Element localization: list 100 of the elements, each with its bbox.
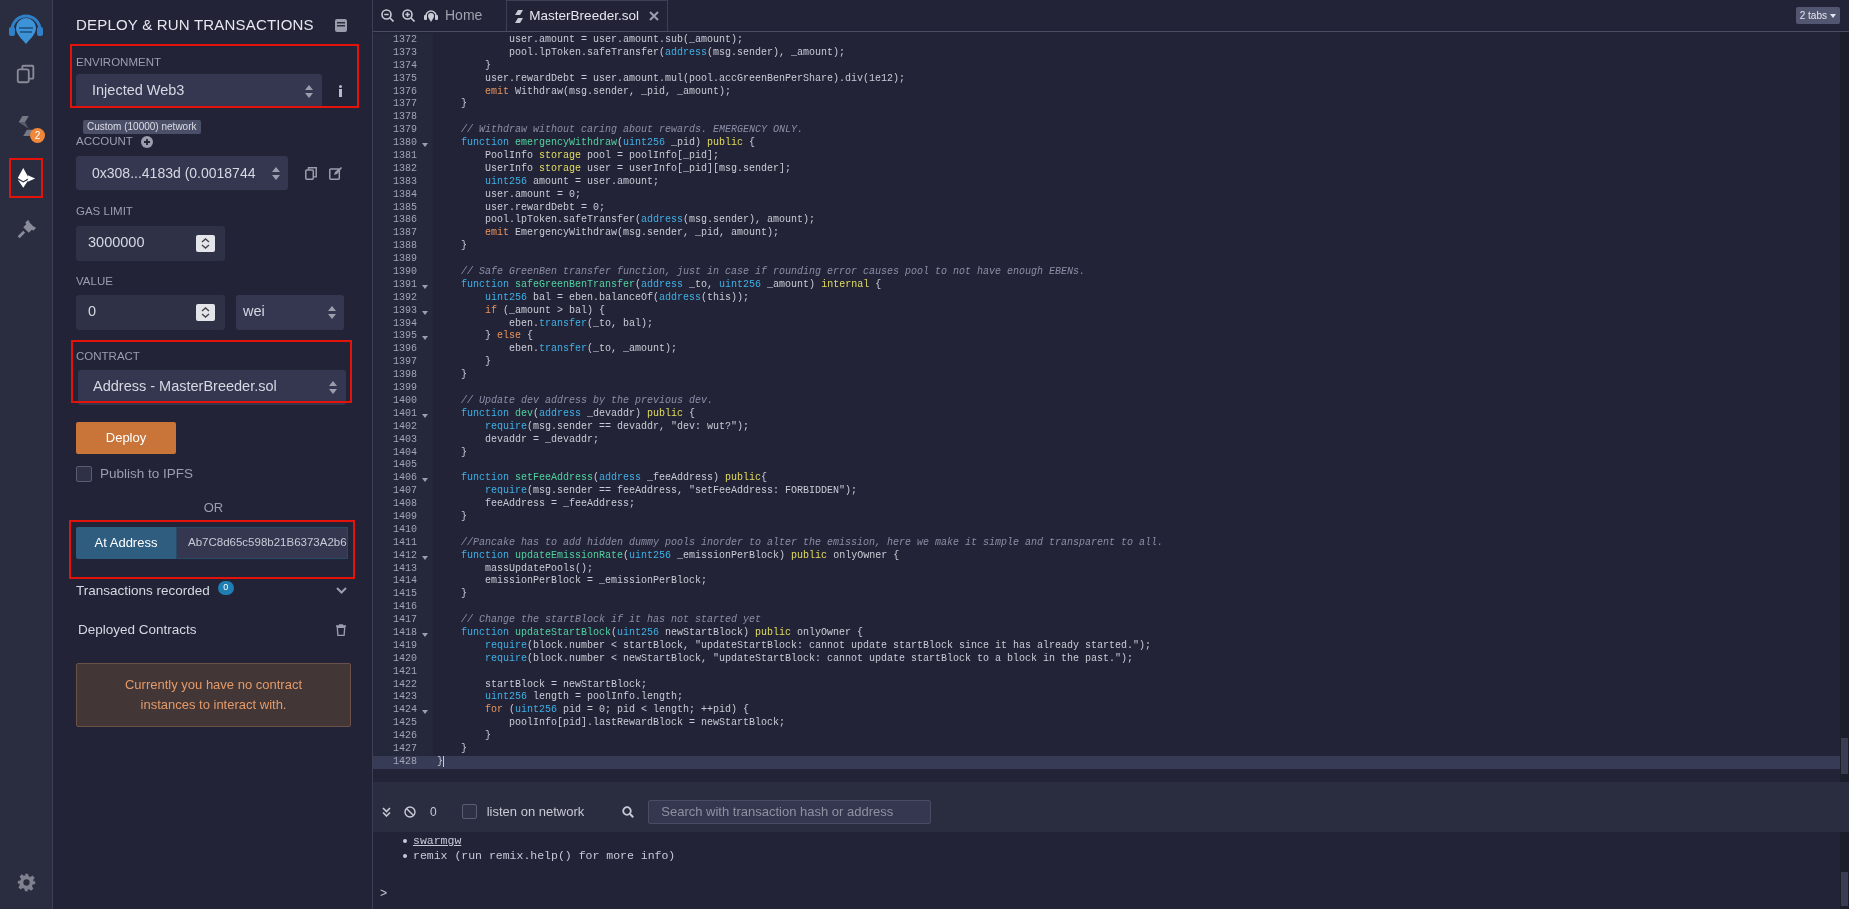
fold-caret-icon[interactable] xyxy=(422,710,428,715)
fold-caret-icon[interactable] xyxy=(422,632,428,637)
checkbox[interactable] xyxy=(461,804,477,819)
trash-icon[interactable] xyxy=(336,623,346,636)
copy-icon[interactable] xyxy=(305,166,317,180)
zoom-in-icon[interactable] xyxy=(402,9,415,22)
editor-tab[interactable]: Home xyxy=(445,0,507,31)
code-line: } xyxy=(460,369,468,383)
checkbox-label[interactable]: Publish to IPFS xyxy=(100,463,194,484)
line-number: 1423 xyxy=(392,691,417,705)
code-line: function emergencyWithdraw(uint256 _pid) public { xyxy=(460,137,757,150)
book-icon[interactable] xyxy=(335,18,347,32)
line-number: 1379 xyxy=(392,124,417,138)
settings-icon[interactable] xyxy=(16,873,36,892)
code-line: // Update dev address by the previous dev. xyxy=(460,394,715,408)
fold-caret-icon[interactable] xyxy=(422,284,428,289)
collapse-icon[interactable] xyxy=(382,806,391,817)
line-number: 1404 xyxy=(392,446,417,460)
gas-limit-field[interactable]: 3000000 xyxy=(76,225,225,261)
highlight-frame xyxy=(9,158,43,198)
chevron-down-icon[interactable] xyxy=(336,587,347,595)
code-line: emit Withdraw(msg.sender, _pid, _amount); xyxy=(484,85,733,99)
code-line: user.amount = user.amount.sub(_amount); xyxy=(508,34,745,47)
notice-text: Currently you have no contract instances to interact with. xyxy=(123,676,303,714)
unit-select[interactable]: wei xyxy=(236,294,344,330)
section-title: Deployed Contracts xyxy=(78,620,197,639)
code-line: eben.transfer(_to, _amount); xyxy=(508,343,679,357)
headset-logo-icon xyxy=(423,7,439,24)
checkbox-label[interactable]: listen on network xyxy=(486,801,585,822)
scrollbar[interactable] xyxy=(1840,832,1849,909)
code-line: massUpdatePools(); xyxy=(484,562,595,575)
info-icon[interactable] xyxy=(338,85,343,97)
fold-caret-icon[interactable] xyxy=(422,310,428,315)
line-number: 1408 xyxy=(392,498,417,511)
close-icon[interactable] xyxy=(648,11,659,21)
line-number: 1405 xyxy=(392,459,417,473)
fold-caret-icon[interactable] xyxy=(422,336,428,341)
count-badge: 0 xyxy=(217,580,234,595)
line-number: 1425 xyxy=(392,717,417,731)
code-line: for (uint256 pid = 0; pid < length; ++pid) { xyxy=(484,704,751,717)
code-line: require(block.number < newStartBlock, "updateStartBlock: cannot update startBlock to a block in the past."); xyxy=(484,652,1135,666)
address-field[interactable]: Ab7C8d65c598b21B6373A2b6 xyxy=(176,526,348,559)
diamond-arrow-icon[interactable] xyxy=(15,167,37,189)
search-field[interactable]: Search with transaction hash or address xyxy=(648,799,932,824)
line-number: 1414 xyxy=(392,575,417,589)
line-number: 1376 xyxy=(392,85,417,99)
fold-caret-icon[interactable] xyxy=(422,555,428,560)
documents-icon[interactable] xyxy=(15,63,37,85)
line-number: 1391 xyxy=(392,278,417,292)
account-select[interactable]: 0x308...4183d (0.0018744 xyxy=(76,156,288,191)
line-number: 1394 xyxy=(392,317,417,331)
code-line: emissionPerBlock = _emissionPerBlock; xyxy=(484,575,709,589)
field-label: GAS LIMIT xyxy=(76,204,134,220)
at-address-button[interactable]: At Address xyxy=(76,526,176,559)
checkbox[interactable] xyxy=(76,465,92,482)
value-field[interactable]: 0 xyxy=(76,294,225,330)
clear-icon[interactable] xyxy=(404,805,416,818)
section-title[interactable]: Transactions recorded xyxy=(76,580,210,601)
code-line: user.amount = 0; xyxy=(484,188,583,202)
contract-select[interactable]: Address - MasterBreeder.sol xyxy=(78,369,346,405)
fold-caret-icon[interactable] xyxy=(422,413,428,418)
search-icon[interactable] xyxy=(622,805,635,818)
line-number: 1421 xyxy=(392,665,417,679)
editor-tab[interactable]: MasterBreeder.sol xyxy=(506,0,668,31)
code-line: startBlock = newStartBlock; xyxy=(484,678,649,691)
field-label: ENVIRONMENT xyxy=(76,55,162,69)
terminal-text: remix (run remix.help() for more info) xyxy=(413,848,676,863)
environment-select[interactable]: Injected Web3 xyxy=(76,74,322,108)
line-number: 1409 xyxy=(392,510,417,524)
spinner-icon[interactable] xyxy=(196,234,215,252)
network-tooltip: Custom (10000) network xyxy=(83,120,201,134)
line-number: 1386 xyxy=(392,214,417,228)
code-line: function setFeeAddress(address _feeAddress) public{ xyxy=(460,472,769,485)
code-line: require(msg.sender == feeAddress, "setFeeAddress: FORBIDDEN"); xyxy=(484,485,859,498)
fold-caret-icon[interactable] xyxy=(422,478,428,483)
line-number: 1388 xyxy=(392,240,417,254)
fold-caret-icon[interactable] xyxy=(422,143,428,148)
line-number: 1389 xyxy=(392,253,417,267)
terminal-link[interactable]: swarmgw xyxy=(413,833,462,848)
code-line: UserInfo storage user = userInfo[_pid][msg.sender]; xyxy=(484,162,793,176)
line-number: 1385 xyxy=(392,201,417,215)
code-line: uint256 amount = user.amount; xyxy=(484,175,661,189)
line-number: 1419 xyxy=(392,639,417,653)
line-number: 1393 xyxy=(392,304,417,318)
code-line: // Withdraw without caring about rewards. EMERGENCY ONLY. xyxy=(460,124,805,137)
spinner-icon[interactable] xyxy=(196,303,215,321)
line-number: 1411 xyxy=(392,536,417,550)
code-line: pool.lpToken.safeTransfer(address(msg.sender), amount); xyxy=(484,214,817,227)
code-line: function updateStartBlock(uint256 newStartBlock) public onlyOwner { xyxy=(460,626,865,640)
edit-icon[interactable] xyxy=(329,166,342,180)
line-number: 1372 xyxy=(392,34,417,47)
updown-icon xyxy=(305,84,313,98)
code-line: require(msg.sender == devaddr, "dev: wut?"); xyxy=(484,420,751,434)
tabs-dropdown[interactable]: 2 tabs xyxy=(1795,7,1840,24)
line-number: 1416 xyxy=(392,601,417,615)
plus-circle-icon[interactable] xyxy=(140,135,153,148)
code-line: } xyxy=(484,356,492,370)
zoom-out-icon[interactable] xyxy=(381,9,394,22)
line-number: 1395 xyxy=(392,330,417,344)
scrollbar[interactable] xyxy=(1840,32,1849,782)
